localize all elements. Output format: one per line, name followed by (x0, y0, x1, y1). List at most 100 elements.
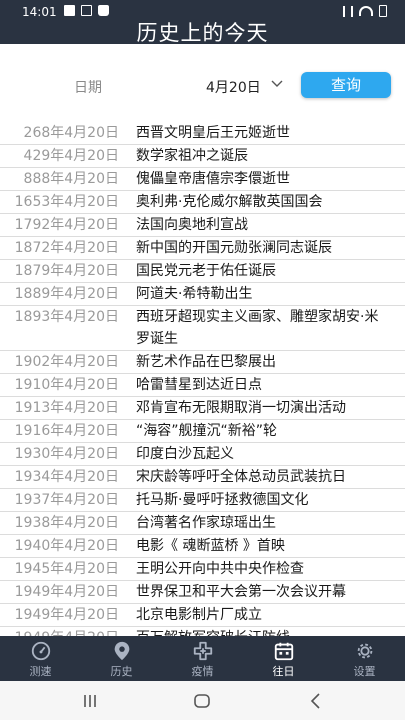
notification-icons (64, 5, 109, 16)
event-date: 1916年4月20日 (14, 423, 119, 439)
home-icon[interactable] (192, 691, 212, 711)
event-title: 数学家祖冲之诞辰 (136, 148, 248, 164)
tab-history[interactable]: 历史 (81, 636, 162, 681)
shopping-bag-icon (98, 5, 109, 16)
battery-icon (379, 5, 387, 17)
list-item[interactable]: 1879年4月20日 国民党元老于佑任诞辰 (0, 260, 405, 283)
event-title: 世界保卫和平大会第一次会议开幕 (136, 584, 346, 600)
list-item[interactable]: 1949年4月20日 北京电影制片厂成立 (0, 604, 405, 627)
event-date: 1792年4月20日 (14, 217, 119, 233)
event-title: 宋庆龄等呼吁全体总动员武装抗日 (136, 469, 346, 485)
notification-icon (64, 5, 75, 16)
event-date: 1893年4月20日 (14, 309, 119, 325)
event-title: 印度白沙瓦起义 (136, 446, 234, 462)
query-button[interactable]: 查询 (301, 72, 391, 98)
system-icons (343, 5, 387, 17)
event-date: 1937年4月20日 (14, 492, 119, 508)
recent-apps-icon[interactable] (80, 691, 100, 711)
event-title: 法国向奥地利宣战 (136, 217, 248, 233)
event-title: 托马斯·曼呼吁拯救德国文化 (136, 492, 309, 508)
event-date: 1930年4月20日 (14, 446, 119, 462)
event-title: 傀儡皇帝唐僖宗李儇逝世 (136, 171, 290, 187)
date-label: 日期 (74, 80, 102, 96)
system-navigation-bar (0, 681, 405, 720)
tab-label: 历史 (110, 665, 133, 678)
event-date: 1940年4月20日 (14, 538, 119, 554)
tab-settings[interactable]: 设置 (324, 636, 405, 681)
event-title: 西班牙超现实主义画家、雕塑家胡安·米罗诞生 (136, 309, 379, 347)
speedometer-icon (31, 641, 50, 661)
list-item[interactable]: 1934年4月20日 宋庆龄等呼吁全体总动员武装抗日 (0, 466, 405, 489)
event-title: 西晋文明皇后王元姬逝世 (136, 125, 290, 141)
event-date: 1879年4月20日 (14, 263, 119, 279)
list-item[interactable]: 1889年4月20日 阿道夫·希特勒出生 (0, 283, 405, 306)
list-item[interactable]: 1913年4月20日 邓肯宣布无限期取消一切演出活动 (0, 397, 405, 420)
tab-label: 往日 (272, 665, 295, 678)
event-date: 1653年4月20日 (14, 194, 119, 210)
list-item[interactable]: 1949年4月20日百万解放军突破长江防线 (0, 627, 405, 636)
tab-epidemic[interactable]: 疫情 (162, 636, 243, 681)
list-item[interactable]: 1902年4月20日 新艺术作品在巴黎展出 (0, 351, 405, 374)
list-item[interactable]: 1910年4月20日 哈雷彗星到达近日点 (0, 374, 405, 397)
event-date: 1910年4月20日 (14, 377, 119, 393)
app-header: 14:01 历史上的今天 (0, 0, 405, 45)
event-date: 1949年4月20日 (14, 584, 119, 600)
image-icon (81, 5, 92, 16)
event-date: 1872年4月20日 (14, 240, 119, 256)
event-date: 1945年4月20日 (14, 561, 119, 577)
event-list[interactable]: 268年4月20日 西晋文明皇后王元姬逝世 429年4月20日 数学家祖冲之诞辰 8… (0, 122, 405, 636)
date-selector[interactable]: 4月20日 (206, 77, 261, 97)
event-title: 阿道夫·希特勒出生 (136, 286, 253, 302)
list-item[interactable]: 429年4月20日 数学家祖冲之诞辰 (0, 145, 405, 168)
event-date: 1949年4月20日 (14, 607, 119, 623)
list-item[interactable]: 1945年4月20日 王明公开向中共中央作检查 (0, 558, 405, 581)
event-title: 王明公开向中共中央作检查 (136, 561, 304, 577)
list-item[interactable]: 1792年4月20日 法国向奥地利宣战 (0, 214, 405, 237)
tab-label: 测速 (29, 665, 52, 678)
event-title: 哈雷彗星到达近日点 (136, 377, 262, 393)
event-date: 1949年4月20日 (0, 627, 119, 636)
list-item[interactable]: 1940年4月20日 电影《 魂断蓝桥 》首映 (0, 535, 405, 558)
event-date: 888年4月20日 (23, 171, 119, 187)
location-pin-icon (114, 641, 129, 661)
event-title: 新中国的开国元勋张澜同志诞辰 (136, 240, 332, 256)
calendar-icon (274, 642, 293, 661)
event-title: 国民党元老于佑任诞辰 (136, 263, 276, 279)
list-item[interactable]: 1916年4月20日 “海容”舰撞沉“新裕”轮 (0, 420, 405, 443)
tab-label: 疫情 (191, 665, 214, 678)
bottom-tab-bar: 测速 历史 疫情 往日 设置 (0, 636, 405, 681)
list-item[interactable]: 268年4月20日 西晋文明皇后王元姬逝世 (0, 122, 405, 145)
event-date: 1889年4月20日 (14, 286, 119, 302)
list-item[interactable]: 1872年4月20日 新中国的开国元勋张澜同志诞辰 (0, 237, 405, 260)
list-item[interactable]: 1937年4月20日 托马斯·曼呼吁拯救德国文化 (0, 489, 405, 512)
event-title: 台湾著名作家琼瑶出生 (136, 515, 276, 531)
list-item[interactable]: 888年4月20日 傀儡皇帝唐僖宗李儇逝世 (0, 168, 405, 191)
wifi-icon (359, 6, 373, 16)
list-item[interactable]: 1938年4月20日 台湾著名作家琼瑶出生 (0, 512, 405, 535)
list-item[interactable]: 1653年4月20日 奥利弗·克伦威尔解散英国国会 (0, 191, 405, 214)
date-query-row: 日期 4月20日 查询 (0, 60, 405, 112)
page-title: 历史上的今天 (136, 21, 269, 45)
list-item[interactable]: 1930年4月20日 印度白沙瓦起义 (0, 443, 405, 466)
event-date: 1938年4月20日 (14, 515, 119, 531)
event-title: 电影《 魂断蓝桥 》首映 (136, 538, 285, 554)
event-date: 429年4月20日 (23, 148, 119, 164)
event-title: 北京电影制片厂成立 (136, 607, 262, 623)
gear-icon (357, 643, 372, 659)
event-date: 1902年4月20日 (14, 354, 119, 370)
list-item[interactable]: 1949年4月20日 世界保卫和平大会第一次会议开幕 (0, 581, 405, 604)
chevron-down-icon[interactable] (270, 77, 284, 91)
back-icon[interactable] (306, 691, 326, 711)
event-title: 百万解放军突破长江防线 (119, 627, 389, 636)
event-date: 1934年4月20日 (14, 469, 119, 485)
tab-label: 设置 (353, 665, 376, 678)
tab-speed-test[interactable]: 测速 (0, 636, 81, 681)
medical-cross-icon (193, 641, 212, 661)
event-title: “海容”舰撞沉“新裕”轮 (136, 423, 278, 439)
event-date: 268年4月20日 (23, 125, 119, 141)
event-title: 新艺术作品在巴黎展出 (136, 354, 276, 370)
event-title: 奥利弗·克伦威尔解散英国国会 (136, 194, 323, 210)
list-item[interactable]: 1893年4月20日 西班牙超现实主义画家、雕塑家胡安·米罗诞生 (0, 306, 405, 351)
event-date: 1913年4月20日 (14, 400, 119, 416)
tab-past-days[interactable]: 往日 (243, 636, 324, 681)
